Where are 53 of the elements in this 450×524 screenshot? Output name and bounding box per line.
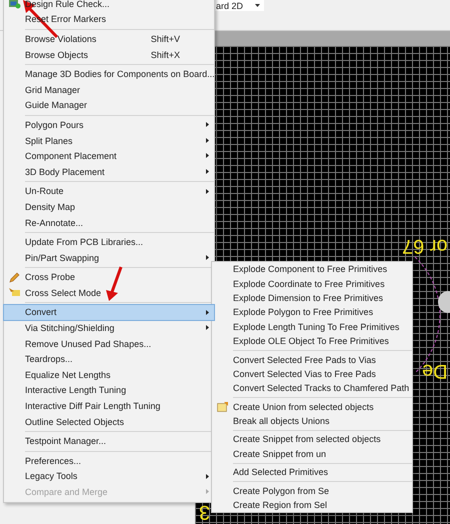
menu-item[interactable]: Preferences... [4,453,214,469]
designator-text: or 67 [402,236,448,256]
pencil-icon [9,272,20,283]
menu-item[interactable]: Interactive Length Tuning [4,382,214,398]
menu-item[interactable]: Explode Coordinate to Free Primitives [212,276,412,291]
menu-item[interactable]: Create Snippet from selected objects [212,432,412,447]
menu-item[interactable]: Legacy Tools [4,468,214,484]
menu-item[interactable]: Explode Length Tuning To Free Primitives [212,320,412,334]
menu-item[interactable]: Cross Probe [4,270,214,286]
check-board-icon [8,0,20,9]
menu-item[interactable]: Convert Selected Tracks to Chamfered Path [212,381,412,396]
menu-item[interactable]: Convert Selected Free Pads to Vias [212,352,412,367]
menu-item[interactable]: Un-Route [4,184,214,200]
menu-item[interactable]: Browse Violations Shift+V [4,31,214,47]
menu-item[interactable]: Density Map [4,199,214,215]
menu-item[interactable]: Break all objects Unions [212,414,412,428]
menu-item[interactable]: Create Polygon from Se [212,483,412,498]
designator-text: 3 [199,502,210,522]
menu-item[interactable]: Manage 3D Bodies for Components on Board... [4,66,214,82]
view-dropdown[interactable]: ard 2D [212,0,264,11]
note-icon [217,402,228,412]
menu-item[interactable]: Create Snippet from un [212,446,412,462]
menu-item[interactable]: Interactive Diff Pair Length Tuning [4,398,214,414]
menu-item[interactable]: Explode OLE Object To Free Primitives [212,334,412,348]
menu-item[interactable]: Equalize Net Lengths [4,367,214,383]
designator-text: De [422,361,448,381]
menu-item[interactable]: Pin/Part Swapping [4,250,214,266]
menu-item[interactable]: Grid Manager [4,82,214,98]
menu-item[interactable]: Cross Select Mode [4,285,214,301]
menu-item[interactable]: Browse Objects Shift+X [4,46,214,62]
menu-item[interactable]: Update From PCB Libraries... [4,234,214,250]
menu-item[interactable]: Split Planes [4,132,214,148]
menu-item[interactable]: Via Stitching/Shielding [4,320,214,336]
menu-item[interactable]: Explode Dimension to Free Primitives [212,290,412,306]
menu-item[interactable]: Convert Selected Vias to Free Pads [212,366,412,382]
cursor-icon [9,288,20,298]
menu-item[interactable]: 3D Body Placement [4,164,214,180]
pointer-arrow-drawing [103,266,125,302]
menu-item[interactable]: Create Region from Sel [212,498,412,512]
menu-item[interactable]: Remove Unused Pad Shapes... [4,336,214,352]
menu-item[interactable]: Create Union from selected objects [212,400,412,414]
menu-item[interactable]: Explode Component to Free Primitives [212,262,412,276]
menu-item[interactable]: Testpoint Manager... [4,433,214,450]
menu-item[interactable]: Add Selected Primitives [212,465,412,480]
menu-item[interactable]: Component Placement [4,148,214,164]
menu-item[interactable]: Polygon Pours [4,117,214,133]
caret-icon [255,4,260,7]
menu-item[interactable]: Teardrops... [4,351,214,368]
menu-item[interactable]: Outline Selected Objects [4,414,214,430]
menu-item[interactable]: Explode Polygon to Free Primitives [212,305,412,320]
menu-item[interactable]: Guide Manager [4,98,214,114]
menu-item[interactable]: Re-Annotate... [4,214,214,230]
menu-item[interactable]: Convert [4,304,214,320]
